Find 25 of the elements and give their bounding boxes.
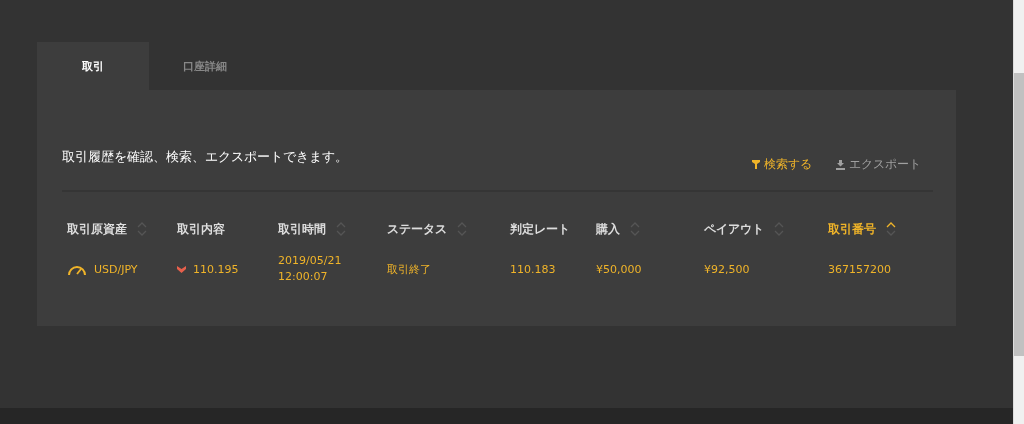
table-cell: 367157200 bbox=[828, 262, 891, 276]
table-cell: 110.183 bbox=[510, 262, 556, 276]
column-header[interactable]: 購入 bbox=[596, 220, 620, 238]
table-cell: USD/JPY bbox=[94, 262, 138, 276]
scrollbar-thumb[interactable] bbox=[1014, 73, 1024, 356]
column-header[interactable]: 判定レート bbox=[510, 220, 570, 238]
table-cell: 2019/05/21 bbox=[278, 254, 342, 267]
table-cell: ¥92,500 bbox=[704, 262, 750, 276]
table-cell: 12:00:07 bbox=[278, 270, 328, 283]
column-header[interactable]: 取引時間 bbox=[278, 220, 326, 238]
table-cell: ¥50,000 bbox=[596, 262, 642, 276]
table-cell: 110.195 bbox=[193, 262, 239, 276]
column-header[interactable]: 取引原資産 bbox=[67, 220, 127, 238]
column-header[interactable]: ペイアウト bbox=[704, 220, 764, 238]
column-header[interactable]: 取引番号 bbox=[828, 220, 876, 238]
description-text: 取引履歴を確認、検索、エクスポートできます。 bbox=[62, 149, 348, 166]
search-button[interactable]: 検索する bbox=[750, 154, 814, 175]
download-icon bbox=[836, 159, 845, 170]
column-header[interactable]: 取引内容 bbox=[177, 220, 225, 238]
tab[interactable]: 口座詳細 bbox=[149, 42, 261, 90]
table-cell: 取引終了 bbox=[387, 261, 431, 277]
tab[interactable]: 取引 bbox=[37, 42, 149, 90]
filter-icon bbox=[752, 160, 760, 169]
sort-icon[interactable] bbox=[886, 222, 896, 236]
column-header[interactable]: ステータス bbox=[387, 220, 447, 238]
